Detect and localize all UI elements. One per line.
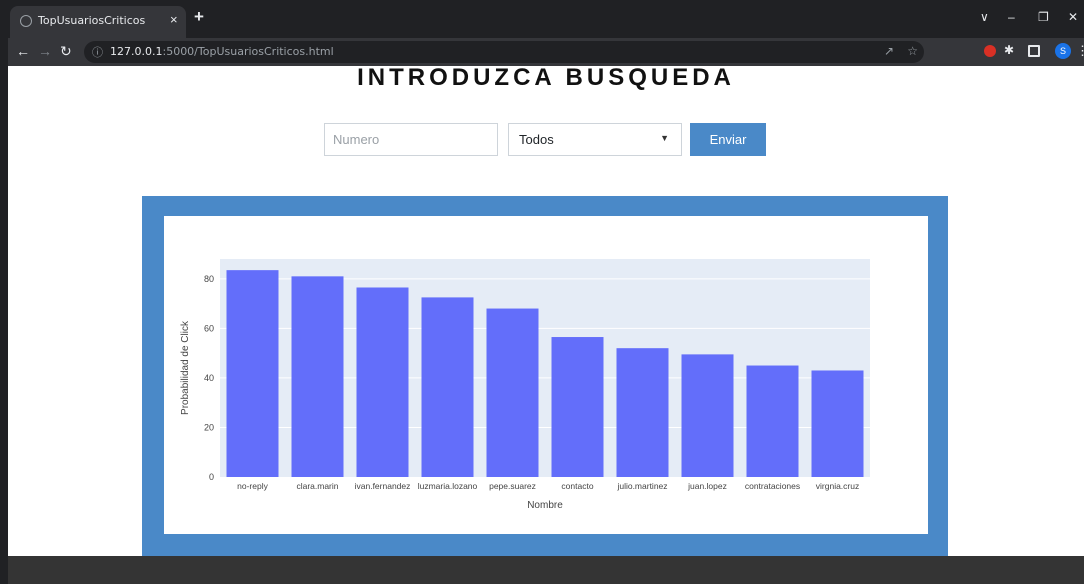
close-window-icon[interactable]: ✕ (1068, 10, 1078, 24)
extensions-puzzle-icon[interactable]: ✱ (1004, 43, 1014, 57)
reload-icon[interactable]: ↻ (60, 43, 72, 60)
restore-icon[interactable]: ❐ (1038, 10, 1049, 24)
bar (746, 365, 799, 477)
select-value: Todos (519, 132, 554, 147)
globe-icon (20, 15, 32, 27)
address-bar[interactable]: ⓘ 127.0.0.1:5000/TopUsuariosCriticos.htm… (84, 41, 924, 63)
x-axis-label: Nombre (527, 500, 563, 511)
extension-shield-icon[interactable] (984, 45, 996, 57)
close-tab-icon[interactable]: × (170, 12, 178, 27)
new-tab-button[interactable]: + (194, 7, 204, 27)
filter-select[interactable]: Todos ▼ (508, 123, 682, 156)
tab-strip: TopUsuariosCriticos × + ∨ – ❐ ✕ (8, 0, 1084, 38)
x-tick-label: contacto (561, 481, 593, 491)
y-tick-label: 20 (204, 422, 214, 432)
x-tick-label: luzmaria.lozano (418, 481, 478, 491)
x-tick-label: clara.marin (296, 481, 338, 491)
chart-card: 0 20 40 60 80 no-reply clara.marin ivan.fernand… (164, 216, 928, 534)
x-tick-label: juan.lopez (687, 481, 727, 491)
x-tick-label: virgnia.cruz (816, 481, 859, 491)
y-tick-label: 0 (209, 472, 214, 482)
minimize-icon[interactable]: – (1008, 10, 1015, 24)
info-icon[interactable]: ⓘ (92, 44, 103, 60)
share-icon[interactable]: ↗ (884, 44, 894, 58)
chevron-down-icon: ▼ (660, 133, 669, 143)
url-text: 127.0.0.1:5000/TopUsuariosCriticos.html (110, 45, 334, 58)
browser-toolbar: ← → ↻ ⓘ 127.0.0.1:5000/TopUsuariosCritic… (8, 38, 1084, 66)
profile-avatar[interactable]: S (1055, 43, 1071, 59)
number-input[interactable] (324, 123, 498, 156)
tab-title: TopUsuariosCriticos (38, 14, 146, 27)
x-tick-label: contrataciones (745, 481, 800, 491)
url-path: :5000/TopUsuariosCriticos.html (162, 45, 334, 58)
x-tick-label: pepe.suarez (489, 481, 536, 491)
side-panel-icon[interactable] (1028, 45, 1040, 57)
page-title: INTRODUZCA BUSQUEDA (357, 64, 735, 91)
bar (551, 337, 604, 477)
x-tick-label: julio.martinez (616, 481, 667, 491)
bar (486, 308, 539, 477)
y-tick-label: 80 (204, 274, 214, 284)
menu-icon[interactable]: ⋮ (1076, 43, 1084, 59)
tab-search-icon[interactable]: ∨ (980, 10, 989, 24)
bar (291, 276, 344, 477)
bar-chart: 0 20 40 60 80 no-reply clara.marin ivan.fernand… (180, 259, 870, 511)
x-tick-label: ivan.fernandez (355, 481, 411, 491)
y-axis-label: Probabilidad de Click (180, 320, 191, 415)
bar (226, 270, 279, 477)
submit-button[interactable]: Enviar (690, 123, 766, 156)
y-tick-label: 60 (204, 323, 214, 333)
bookmark-star-icon[interactable]: ☆ (907, 44, 918, 58)
bar (681, 354, 734, 477)
url-host: 127.0.0.1 (110, 45, 163, 58)
back-icon[interactable]: ← (16, 43, 30, 59)
bar (356, 287, 409, 477)
bar (421, 297, 474, 477)
browser-window: TopUsuariosCriticos × + ∨ – ❐ ✕ ← → ↻ ⓘ … (8, 0, 1084, 584)
footer (8, 556, 1084, 584)
forward-icon[interactable]: → (38, 43, 52, 59)
bar (811, 370, 864, 477)
y-tick-label: 40 (204, 373, 214, 383)
tab-topusuarioscriticos[interactable]: TopUsuariosCriticos × (10, 6, 186, 38)
x-tick-label: no-reply (237, 481, 268, 491)
chart-panel: 0 20 40 60 80 no-reply clara.marin ivan.fernand… (142, 196, 948, 556)
bar (616, 348, 669, 477)
